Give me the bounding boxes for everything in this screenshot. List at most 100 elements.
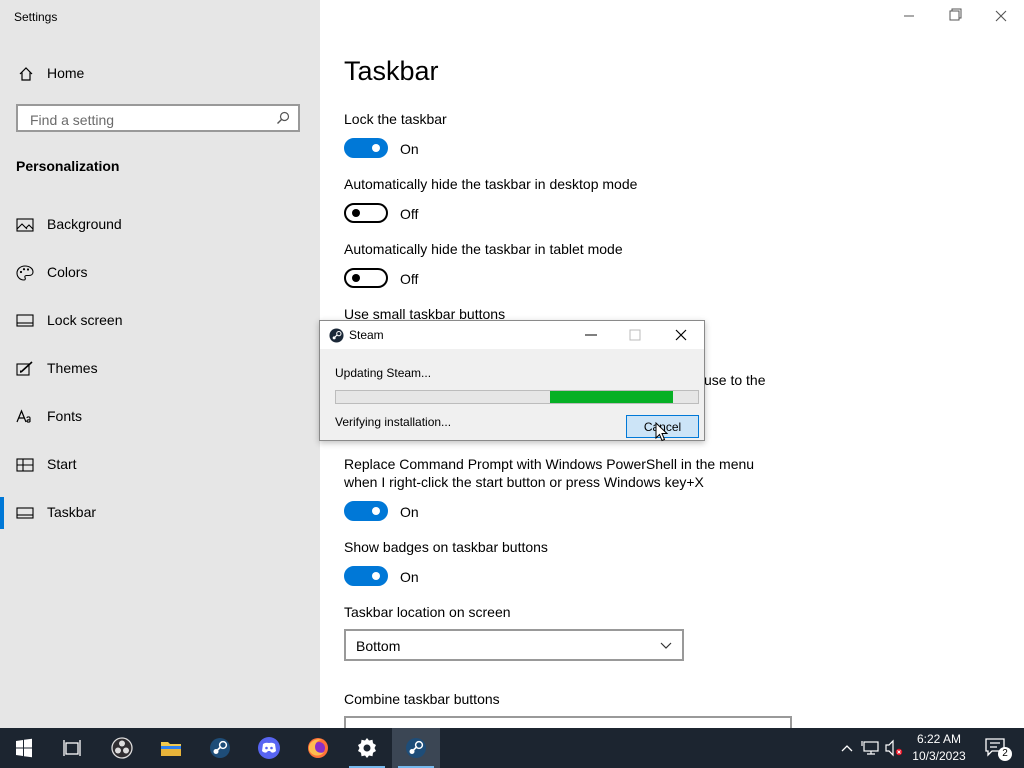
setting-label: Replace Command Prompt with Windows Powe…	[344, 456, 755, 472]
brush-icon	[16, 361, 33, 376]
autohide-desktop-toggle[interactable]	[344, 203, 388, 223]
taskbar-location-dropdown[interactable]: Bottom	[344, 629, 684, 661]
toggle-state: Off	[400, 271, 419, 287]
taskbar-discord[interactable]	[245, 728, 293, 768]
active-indicator	[0, 497, 4, 529]
steam-icon	[210, 738, 230, 758]
setting-label: Automatically hide the taskbar in tablet…	[344, 241, 623, 257]
task-view-button[interactable]	[48, 728, 96, 768]
windows-logo-icon	[16, 738, 32, 758]
powershell-toggle[interactable]	[344, 501, 388, 521]
dialog-message: Updating Steam...	[335, 366, 432, 380]
mouse-cursor	[655, 422, 669, 442]
clock-date: 10/3/2023	[912, 749, 966, 763]
taskbar-firefox[interactable]	[294, 728, 342, 768]
setting-label: Lock the taskbar	[344, 111, 447, 127]
taskbar-obs[interactable]	[98, 728, 146, 768]
chevron-up-icon[interactable]	[837, 738, 857, 758]
sidebar-item-label: Start	[47, 456, 77, 472]
setting-label: Show badges on taskbar buttons	[344, 539, 548, 555]
sidebar-item-lock-screen[interactable]: Lock screen	[0, 301, 320, 341]
sidebar-item-label: Fonts	[47, 408, 83, 424]
discord-icon	[258, 737, 280, 759]
minimize-button[interactable]	[886, 8, 932, 28]
sidebar-item-themes[interactable]: Themes	[0, 349, 320, 389]
windows-taskbar: 6:22 AM 10/3/2023 2	[0, 728, 1024, 768]
volume-muted-icon[interactable]	[884, 738, 904, 758]
dropdown-value: Bottom	[356, 638, 401, 654]
toggle-knob	[372, 507, 380, 515]
chevron-down-icon	[660, 642, 672, 649]
page-title: Taskbar	[344, 56, 439, 86]
toggle-state: Off	[400, 206, 419, 222]
start-grid-icon	[16, 458, 34, 472]
sidebar-item-start[interactable]: Start	[0, 445, 320, 485]
settings-sidebar: Settings Home Personalization Background…	[0, 0, 320, 728]
setting-label-partial: use to the	[704, 372, 766, 388]
folder-icon	[161, 742, 181, 756]
sidebar-item-background[interactable]: Background	[0, 205, 320, 245]
dialog-titlebar[interactable]: Steam	[320, 321, 704, 349]
search-input[interactable]	[28, 110, 272, 130]
task-view-icon	[63, 740, 81, 756]
dialog-title: Steam	[349, 328, 384, 342]
taskbar-steam[interactable]	[196, 728, 244, 768]
toggle-state: On	[400, 569, 419, 585]
taskbar-icon	[16, 507, 34, 519]
nav-home-label: Home	[47, 65, 85, 81]
image-icon	[16, 218, 34, 232]
taskbar-steam-running[interactable]	[392, 728, 440, 768]
notification-count-badge: 2	[998, 747, 1012, 761]
toggle-state: On	[400, 504, 419, 520]
window-title: Settings	[14, 10, 58, 24]
search-icon	[277, 111, 290, 124]
toggle-knob	[352, 274, 360, 282]
autohide-tablet-toggle[interactable]	[344, 268, 388, 288]
setting-label: Automatically hide the taskbar in deskto…	[344, 176, 638, 192]
steam-logo-icon	[329, 328, 344, 343]
dialog-minimize-button[interactable]	[576, 325, 606, 345]
section-heading: Personalization	[16, 158, 120, 174]
system-clock[interactable]: 6:22 AM 10/3/2023	[902, 731, 976, 765]
setting-label: when I right-click the start button or p…	[344, 474, 704, 490]
progress-bar	[335, 390, 699, 404]
close-button[interactable]	[978, 8, 1024, 28]
sidebar-item-label: Background	[47, 216, 122, 232]
monitor-icon	[16, 314, 34, 327]
sidebar-item-label: Taskbar	[47, 504, 97, 520]
palette-icon	[16, 265, 34, 281]
firefox-icon	[308, 738, 328, 758]
sidebar-item-label: Themes	[47, 360, 98, 376]
nav-home[interactable]: Home	[0, 58, 320, 90]
toggle-knob	[352, 209, 360, 217]
steam-icon	[406, 738, 426, 758]
dialog-close-button[interactable]	[666, 325, 696, 345]
font-icon	[16, 409, 31, 423]
gear-icon	[358, 738, 376, 758]
taskbar-settings[interactable]	[343, 728, 391, 768]
maximize-button[interactable]	[932, 8, 978, 28]
combine-buttons-dropdown[interactable]	[344, 716, 792, 728]
sidebar-item-fonts[interactable]: Fonts	[0, 397, 320, 437]
obs-icon	[111, 737, 133, 759]
dialog-maximize-button[interactable]	[620, 325, 650, 345]
taskbar-file-explorer[interactable]	[147, 728, 195, 768]
sidebar-item-taskbar[interactable]: Taskbar	[0, 493, 320, 533]
lock-taskbar-toggle[interactable]	[344, 138, 388, 158]
setting-label: Taskbar location on screen	[344, 604, 511, 620]
toggle-state: On	[400, 141, 419, 157]
toggle-knob	[372, 144, 380, 152]
sidebar-item-label: Lock screen	[47, 312, 123, 328]
dialog-status: Verifying installation...	[335, 415, 452, 429]
toggle-knob	[372, 572, 380, 580]
progress-fill	[549, 391, 673, 403]
steam-update-dialog: Steam Updating Steam... Verifying instal…	[319, 320, 705, 441]
start-button[interactable]	[0, 728, 48, 768]
network-icon[interactable]	[861, 738, 881, 758]
badges-toggle[interactable]	[344, 566, 388, 586]
action-center-button[interactable]: 2	[980, 728, 1024, 768]
sidebar-item-label: Colors	[47, 264, 88, 280]
setting-label: Combine taskbar buttons	[344, 691, 500, 707]
sidebar-item-colors[interactable]: Colors	[0, 253, 320, 293]
search-box[interactable]	[16, 104, 300, 132]
